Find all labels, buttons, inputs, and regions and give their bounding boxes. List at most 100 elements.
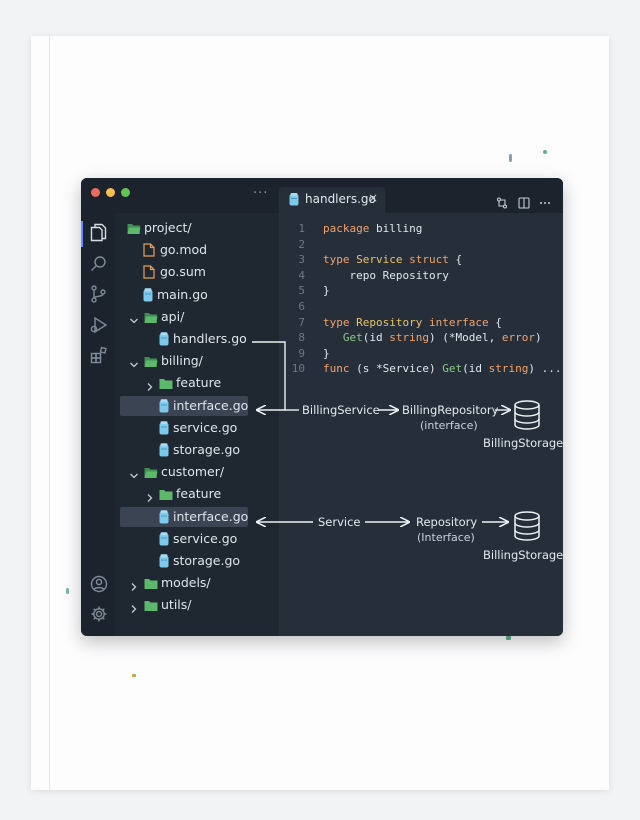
search-icon[interactable] [90,255,107,276]
tree-item-customer[interactable]: customer/ [115,462,279,482]
code-token: billing [369,222,423,235]
code-token: } [323,346,330,360]
line-number: 8 [298,331,305,345]
tree-item-interface-go[interactable]: interface.go [120,506,249,527]
go-file-icon [159,332,169,352]
source-control-icon[interactable] [90,285,107,307]
code-line[interactable]: 8 Get(id string) (*Model, error) [279,330,563,346]
tree-item-storage-go[interactable]: storage.go [115,440,279,460]
tree-item-models[interactable]: models/ [115,573,279,593]
tree-item-storage-go[interactable]: storage.go [115,551,279,571]
line-number: 7 [298,315,305,329]
tab-close-icon[interactable]: × [368,191,378,205]
tree-item-feature[interactable]: feature [115,484,279,504]
line-number: 5 [298,284,305,298]
code-token: Get [442,362,463,376]
line-number: 3 [298,253,305,267]
compare-changes-icon[interactable] [496,194,508,213]
editor-window: ··· handlers.go × project/ go.mod go.sum… [81,178,563,636]
account-icon[interactable] [90,575,108,597]
code-line[interactable]: 2 [279,237,563,253]
tree-item-label: go.mod [160,242,208,258]
code-line[interactable]: 6 [279,299,563,315]
code-text: type Repository interface { [323,315,502,331]
folder-open-icon [127,221,141,241]
more-actions-icon[interactable] [539,194,551,213]
code-token: Get [342,331,363,345]
code-token: ) ... [528,362,562,376]
tab-handlers-go[interactable]: handlers.go × [279,187,385,213]
active-view-indicator [81,221,83,247]
code-line[interactable]: 5} [279,283,563,299]
code-line[interactable]: 9} [279,346,563,362]
billing-service-label: BillingService [302,403,380,417]
code-token: { [448,253,463,267]
code-token: (s *Service) [349,362,443,376]
go-file-icon [159,554,169,574]
close-window-button[interactable] [91,188,100,197]
customer-repository-label: Repository [416,515,478,529]
tab-label: handlers.go [305,192,376,206]
chevron-right-icon[interactable] [129,600,139,620]
decor-speck [66,588,69,594]
tree-item-interface-go[interactable]: interface.go [120,395,248,419]
code-text: repo Repository [323,268,448,284]
code-text: func (s *Service) Get(id string) ... [323,361,561,377]
extensions-icon[interactable] [90,346,108,368]
code-token: interface [428,315,489,329]
explorer-more-actions-icon[interactable]: ··· [253,186,268,201]
tree-item-billing[interactable]: billing/ [115,351,279,371]
paper-margin-line [49,36,50,790]
code-token: package [323,222,370,235]
tree-item-label: utils/ [161,597,192,613]
code-line[interactable]: 7 type Repository interface { [279,315,563,331]
code-line[interactable]: 4 repo Repository [279,268,563,284]
folder-open-icon [144,354,158,374]
activity-bar [81,213,115,636]
minimize-window-button[interactable] [106,188,115,197]
tree-item-utils[interactable]: utils/ [115,595,279,615]
code-token: ) [534,331,542,345]
folder-icon [144,576,158,596]
tree-item-project[interactable]: project/ [115,218,279,238]
split-editor-icon[interactable] [518,194,530,213]
tree-item-api[interactable]: api/ [115,307,279,327]
line-number: 1 [298,222,305,235]
code-token: string [488,362,529,376]
code-text: } [323,346,330,362]
code-line[interactable]: 10 func (s *Service) Get(id string) ... [279,361,563,377]
folder-open-icon [144,465,158,485]
code-text: type Service struct { [323,252,462,268]
run-debug-icon[interactable] [90,316,108,338]
tree-item-service-go[interactable]: service.go [115,418,279,438]
code-token: error [501,331,535,345]
tree-item-label: interface.go [173,508,249,524]
code-token: (id [362,331,390,345]
go-file-icon [159,398,169,419]
folder-icon [144,598,158,618]
maximize-window-button[interactable] [121,188,130,197]
tree-item-go-mod[interactable]: go.mod [115,240,279,260]
go-file-icon [143,287,153,308]
files-icon[interactable] [90,223,107,246]
decor-speck [132,674,136,677]
billing-repository-kind: (interface) [420,419,478,432]
tree-item-service-go[interactable]: service.go [115,529,279,549]
code-token: type [323,315,350,329]
billing-repository-label: BillingRepository [402,403,499,417]
code-text: } [323,283,330,299]
code-line[interactable]: 1 package billing [279,221,563,237]
code-token: func [323,362,350,376]
tree-item-handlers-go[interactable]: handlers.go [115,329,279,349]
tree-item-label: api/ [161,308,185,324]
customer-storage-label: BillingStorage [483,548,563,562]
tree-item-feature[interactable]: feature [115,373,279,393]
settings-gear-icon[interactable] [90,605,108,627]
code-token: Service [356,253,403,267]
code-line[interactable]: 3 type Service struct { [279,252,563,268]
tree-item-label: handlers.go [173,331,247,346]
tree-item-go-sum[interactable]: go.sum [115,262,279,282]
line-number: 6 [298,300,305,313]
tree-item-main-go[interactable]: main.go [115,285,279,305]
tree-item-label: service.go [173,419,238,435]
